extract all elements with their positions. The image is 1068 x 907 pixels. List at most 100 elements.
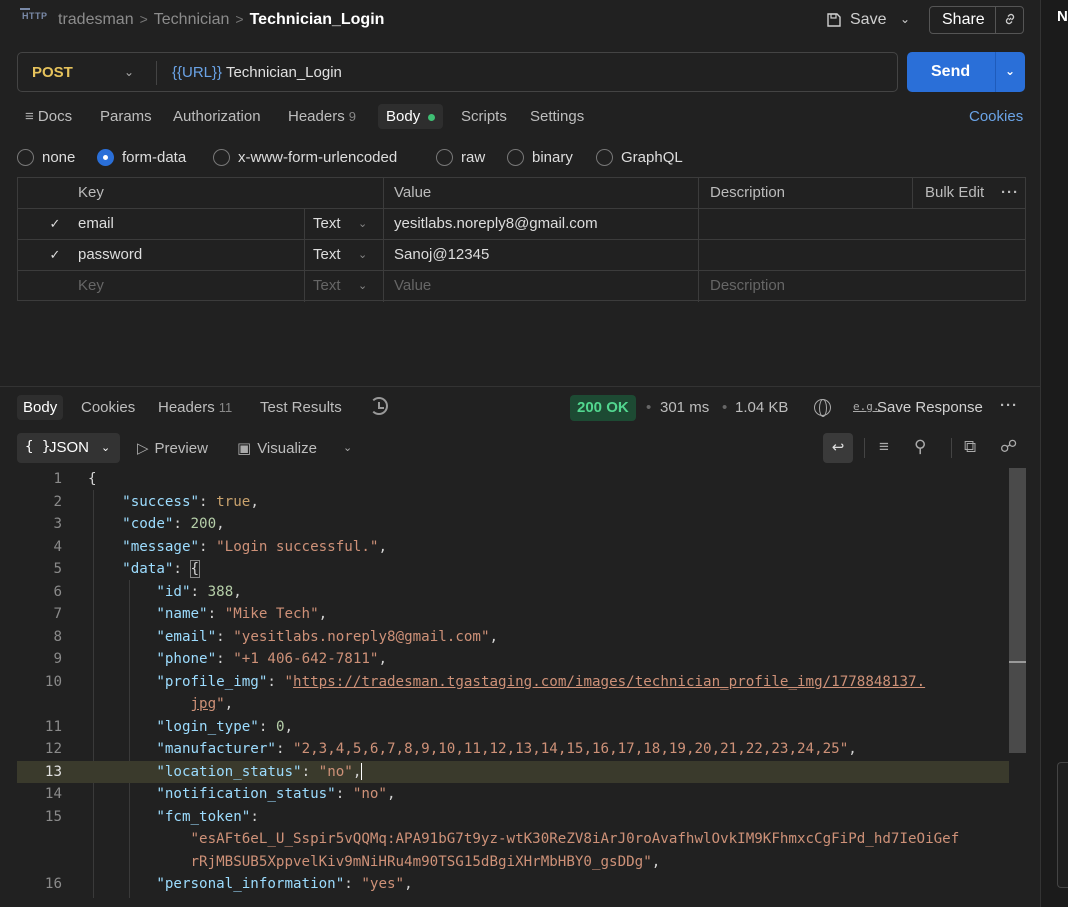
response-size[interactable]: 1.04 KB — [735, 399, 788, 416]
cookies-link[interactable]: Cookies — [969, 108, 1023, 125]
profile-image-link[interactable]: https://tradesman.tgastaging.com/images/… — [293, 674, 925, 690]
line-number: 14 — [44, 786, 62, 802]
network-globe-icon[interactable] — [814, 399, 831, 417]
response-tab-headers[interactable]: Headers 11 — [158, 399, 232, 416]
status-badge[interactable]: 200 OK — [570, 395, 636, 421]
tab-authorization[interactable]: Authorization — [173, 108, 261, 125]
tab-settings[interactable]: Settings — [530, 108, 584, 125]
chevron-down-icon[interactable]: ⌄ — [358, 240, 367, 270]
line-number: 10 — [44, 673, 62, 690]
radio-circle — [213, 149, 230, 166]
more-options-icon[interactable]: ··· — [1001, 178, 1019, 208]
code-token: "Login successful." — [216, 538, 379, 555]
copy-icon[interactable]: ⧉ — [964, 437, 976, 457]
code-line: jpg", — [190, 696, 234, 712]
tab-scripts[interactable]: Scripts — [461, 108, 507, 125]
bulk-edit-button[interactable]: Bulk Edit ··· — [912, 178, 1027, 208]
search-icon[interactable]: ⚲ — [914, 437, 926, 457]
value-input[interactable]: Value — [394, 271, 431, 301]
code-line: 6 "id": 388, — [17, 581, 1009, 604]
response-tab-body[interactable]: Body — [17, 395, 64, 420]
response-tab-test-results[interactable]: Test Results — [260, 399, 342, 416]
tab-body[interactable]: Body — [378, 104, 444, 129]
type-select[interactable]: Text — [313, 240, 341, 270]
code-token: 200 — [190, 516, 217, 532]
chevron-down-icon[interactable]: ⌄ — [124, 65, 134, 79]
tab-headers[interactable]: Headers 9 — [288, 108, 356, 125]
type-select[interactable]: Text — [313, 209, 341, 239]
visualize-button[interactable]: ▣ Visualize — [237, 439, 317, 457]
preview-button[interactable]: ▷ Preview — [137, 439, 208, 457]
key-input[interactable]: Key — [78, 271, 104, 301]
link-icon[interactable] — [996, 12, 1023, 29]
code-token: "id" — [156, 583, 191, 600]
line-number: 8 — [53, 628, 62, 645]
type-select[interactable]: Text — [313, 271, 341, 301]
value-cell[interactable]: yesitlabs.noreply8@gmail.com — [394, 209, 598, 239]
code-line: 5 "data": { — [17, 558, 1009, 581]
side-panel-card[interactable] — [1057, 762, 1068, 888]
line-number: 6 — [53, 583, 62, 600]
checkbox-checked-icon[interactable]: ✓ — [48, 248, 62, 262]
column-divider — [304, 271, 305, 302]
save-options-chevron-icon[interactable]: ⌄ — [900, 12, 910, 26]
code-token: "location_status" — [156, 763, 302, 780]
filter-icon[interactable]: ≡ — [879, 437, 889, 457]
profile-image-link[interactable]: jpg — [191, 696, 217, 712]
code-token: { — [88, 471, 97, 487]
breadcrumb-folder[interactable]: Technician — [154, 11, 230, 28]
share-button[interactable]: Share — [929, 6, 1024, 34]
method-select[interactable]: POST — [32, 64, 73, 81]
code-token: "success" — [122, 493, 200, 510]
radio-none[interactable]: none — [17, 149, 75, 166]
chevron-down-icon: ⌄ — [101, 442, 111, 454]
format-select[interactable]: { } JSON ⌄ — [17, 433, 120, 463]
history-icon[interactable] — [370, 397, 388, 415]
radio-urlencoded[interactable]: x-www-form-urlencoded — [213, 149, 397, 166]
chevron-down-icon[interactable]: ⌄ — [358, 209, 367, 239]
response-time[interactable]: 301 ms — [660, 399, 709, 416]
radio-urlencoded-label: x-www-form-urlencoded — [238, 149, 398, 166]
more-options-icon[interactable]: ··· — [1000, 397, 1018, 414]
response-tab-cookies[interactable]: Cookies — [81, 399, 135, 416]
line-number: 4 — [53, 538, 62, 555]
radio-raw[interactable]: raw — [436, 149, 485, 166]
json-braces-icon: { } — [25, 439, 51, 455]
tab-docs[interactable]: ≡ Docs — [25, 108, 72, 125]
wrap-lines-icon[interactable]: ↩ — [823, 433, 853, 463]
key-cell[interactable]: password — [78, 240, 142, 270]
radio-graphql[interactable]: GraphQL — [596, 149, 683, 166]
column-divider — [383, 240, 384, 270]
radio-binary[interactable]: binary — [507, 149, 573, 166]
chevron-down-icon[interactable]: ⌄ — [343, 441, 352, 454]
url-input[interactable]: {{URL}} Technician_Login — [172, 64, 342, 81]
send-options-chevron-icon[interactable]: ⌄ — [1005, 64, 1015, 78]
link-icon[interactable]: ☍ — [1000, 437, 1017, 457]
code-token: "personal_information" — [156, 876, 345, 892]
line-number: 5 — [53, 561, 62, 577]
response-body-viewer[interactable]: 1{ 2 "success": true, 3 "code": 200, 4 "… — [17, 468, 1026, 898]
code-token: "no" — [318, 763, 353, 780]
breadcrumb-request[interactable]: Technician_Login — [250, 11, 385, 28]
breadcrumb-collection[interactable]: tradesman — [58, 11, 134, 28]
save-button[interactable]: Save — [826, 9, 886, 31]
send-button[interactable]: Send ⌄ — [907, 52, 1025, 92]
radio-form-data[interactable]: form-data — [97, 149, 186, 166]
pane-divider[interactable] — [0, 386, 1040, 387]
code-line: 12 "manufacturer": "2,3,4,5,6,7,8,9,10,1… — [17, 738, 1009, 761]
checkbox-checked-icon[interactable]: ✓ — [48, 217, 62, 231]
save-response-button[interactable]: Save Response — [877, 399, 983, 416]
key-cell[interactable]: email — [78, 209, 114, 239]
scrollbar[interactable] — [1009, 468, 1026, 753]
tab-params[interactable]: Params — [100, 108, 152, 125]
code-token: "phone" — [156, 651, 217, 667]
preview-label: Preview — [154, 440, 208, 457]
chevron-down-icon[interactable]: ⌄ — [358, 271, 367, 301]
description-input[interactable]: Description — [710, 271, 785, 301]
line-number: 2 — [53, 493, 62, 510]
example-icon: e.g. — [853, 400, 880, 413]
column-key: Key — [78, 184, 104, 201]
value-cell[interactable]: Sanoj@12345 — [394, 240, 489, 270]
column-description: Description — [710, 184, 786, 201]
column-divider — [383, 271, 384, 302]
